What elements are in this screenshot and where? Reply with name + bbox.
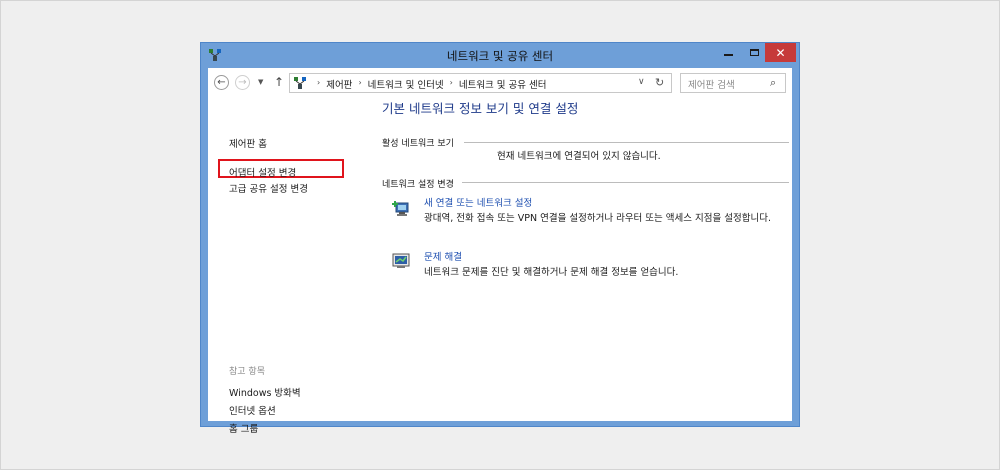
breadcrumb-network-internet[interactable]: 네트워크 및 인터넷 xyxy=(368,77,444,91)
page-title: 기본 네트워크 정보 보기 및 연결 설정 xyxy=(382,101,579,116)
left-pane: 제어판 홈 어댑터 설정 변경 고급 공유 설정 변경 참고 항목 Window… xyxy=(208,97,373,435)
title-bar[interactable]: 네트워크 및 공유 센터 ✕ xyxy=(201,43,799,68)
breadcrumb: › 제어판 › 네트워크 및 인터넷 › 네트워크 및 공유 센터 xyxy=(311,77,547,91)
troubleshoot-description: 네트워크 문제를 진단 및 해결하거나 문제 해결 정보를 얻습니다. xyxy=(424,267,679,278)
maximize-icon xyxy=(749,49,759,56)
breadcrumb-separator-icon[interactable]: › xyxy=(450,78,453,92)
sidebar-item-windows-firewall[interactable]: Windows 방화벽 xyxy=(229,385,301,399)
breadcrumb-control-panel[interactable]: 제어판 xyxy=(326,77,352,91)
control-panel-icon xyxy=(294,77,306,89)
minimize-icon xyxy=(723,54,733,56)
change-settings-heading: 네트워크 설정 변경 xyxy=(382,180,454,190)
see-also-heading: 참고 항목 xyxy=(229,367,265,377)
breadcrumb-network-sharing-center[interactable]: 네트워크 및 공유 센터 xyxy=(459,77,547,91)
up-button[interactable]: ↑ xyxy=(274,75,284,89)
new-connection-description: 광대역, 전화 접속 또는 VPN 연결을 설정하거나 라우터 또는 액세스 지… xyxy=(424,213,772,224)
window-title: 네트워크 및 공유 센터 xyxy=(446,49,554,63)
divider xyxy=(464,142,789,143)
address-bar[interactable]: › 제어판 › 네트워크 및 인터넷 › 네트워크 및 공유 센터 ∨ ↻ xyxy=(289,73,672,93)
search-input[interactable]: 제어판 검색 ⌕ xyxy=(680,73,786,93)
forward-arrow-icon: → xyxy=(238,76,247,88)
sidebar-item-internet-options[interactable]: 인터넷 옵션 xyxy=(229,403,276,417)
refresh-icon[interactable]: ↻ xyxy=(655,76,664,89)
new-connection-icon xyxy=(392,201,409,216)
troubleshoot-icon xyxy=(392,253,410,268)
close-icon: ✕ xyxy=(775,45,786,60)
control-panel-window: 네트워크 및 공유 센터 ✕ ← → ▼ ↑ › 제어판 › 네트워크 및 인터… xyxy=(200,42,800,435)
maximize-button[interactable] xyxy=(741,43,767,62)
search-placeholder: 제어판 검색 xyxy=(688,80,735,91)
new-connection-link[interactable]: 새 연결 또는 네트워크 설정 xyxy=(424,195,532,209)
troubleshoot-link[interactable]: 문제 해결 xyxy=(424,249,462,263)
sidebar-item-change-adapter-settings[interactable]: 어댑터 설정 변경 xyxy=(229,165,296,179)
active-networks-heading: 활성 네트워크 보기 xyxy=(382,139,454,149)
back-arrow-icon: ← xyxy=(217,76,226,88)
no-connection-status: 현재 네트워크에 연결되어 있지 않습니다. xyxy=(497,151,661,162)
back-button[interactable]: ← xyxy=(214,75,229,90)
recent-locations-button[interactable]: ▼ xyxy=(258,78,263,86)
breadcrumb-separator-icon: › xyxy=(317,78,321,87)
address-dropdown-icon[interactable]: ∨ xyxy=(638,77,645,87)
divider xyxy=(462,182,789,183)
search-icon[interactable]: ⌕ xyxy=(770,76,776,90)
sidebar-item-homegroup[interactable]: 홈 그룹 xyxy=(229,421,258,435)
main-pane: 기본 네트워크 정보 보기 및 연결 설정 활성 네트워크 보기 현재 네트워크… xyxy=(373,97,792,421)
sidebar-item-advanced-sharing-settings[interactable]: 고급 공유 설정 변경 xyxy=(229,181,308,195)
window-client-area: ← → ▼ ↑ › 제어판 › 네트워크 및 인터넷 › 네트워크 및 공유 센… xyxy=(208,68,792,435)
sidebar-item-control-panel-home[interactable]: 제어판 홈 xyxy=(229,136,267,150)
minimize-button[interactable] xyxy=(715,43,741,62)
close-button[interactable]: ✕ xyxy=(765,43,796,62)
breadcrumb-separator-icon[interactable]: › xyxy=(358,78,361,92)
navigation-bar: ← → ▼ ↑ › 제어판 › 네트워크 및 인터넷 › 네트워크 및 공유 센… xyxy=(208,68,792,97)
forward-button[interactable]: → xyxy=(235,75,250,90)
